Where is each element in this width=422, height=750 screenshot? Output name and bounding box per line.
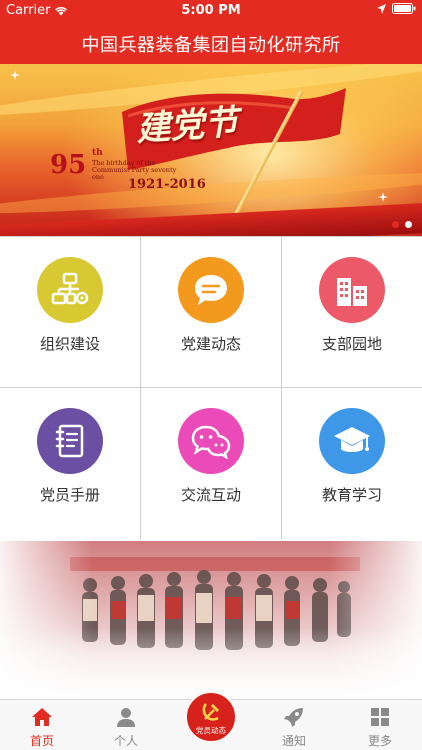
battery-icon <box>392 3 416 14</box>
tab-more[interactable]: 更多 <box>338 700 422 750</box>
page-title: 中国兵器装备集团自动化研究所 <box>81 35 341 56</box>
sparkle-icon <box>10 70 20 80</box>
tab-label: 通知 <box>281 734 306 748</box>
grid-menu-icon <box>371 708 389 726</box>
buildings-icon <box>319 257 385 323</box>
banner-anniversary-number: 95 <box>50 150 87 180</box>
feature-grid: 组织建设 党建动态 支部园地 党员手册 交流互动 教育学习 <box>0 236 422 540</box>
tab-label: 首页 <box>29 734 54 748</box>
grid-item-label: 组织建设 <box>39 335 100 353</box>
location-arrow-icon <box>377 3 386 14</box>
tab-label: 更多 <box>367 734 392 748</box>
center-button-label: 党员动态 <box>196 726 226 735</box>
grid-item-communication[interactable]: 交流互动 <box>141 388 282 539</box>
banner-headline: 建党节 <box>134 102 240 150</box>
tab-notice[interactable]: 通知 <box>252 700 336 750</box>
banner-anniversary-suffix: th <box>92 148 103 158</box>
grid-item-education[interactable]: 教育学习 <box>282 388 422 539</box>
photo-bottom-fade <box>0 541 422 699</box>
tab-personal[interactable]: 个人 <box>84 700 168 750</box>
promo-photo <box>0 541 422 699</box>
rocket-icon <box>284 708 303 727</box>
grid-item-label: 党建动态 <box>180 335 241 353</box>
notebook-icon <box>37 408 103 474</box>
status-time: 5:00 PM <box>181 3 241 18</box>
party-news-center-button[interactable]: 党员动态 <box>185 691 237 743</box>
grid-item-party-news[interactable]: 党建动态 <box>141 237 282 388</box>
carousel-dot[interactable] <box>405 221 412 228</box>
graduation-cap-icon <box>319 408 385 474</box>
org-structure-icon <box>37 257 103 323</box>
grid-item-label: 党员手册 <box>39 486 100 504</box>
status-bar: Carrier 5:00 PM <box>0 0 422 22</box>
app-header: Carrier 5:00 PM 中国兵器装备集团自动化研究所 <box>0 0 422 64</box>
wechat-bubbles-icon <box>178 408 244 474</box>
grid-item-label: 教育学习 <box>321 486 382 504</box>
grid-item-label: 交流互动 <box>180 486 241 504</box>
grid-item-label: 支部园地 <box>321 335 382 353</box>
carousel-dot-active[interactable] <box>392 221 399 228</box>
grid-item-org-building[interactable]: 组织建设 <box>0 237 141 388</box>
status-right <box>377 3 416 14</box>
person-icon <box>117 708 135 727</box>
grid-item-member-handbook[interactable]: 党员手册 <box>0 388 141 539</box>
banner-years: 1921-2016 <box>128 177 206 192</box>
tab-home[interactable]: 首页 <box>0 700 84 750</box>
sparkle-icon <box>378 192 388 202</box>
banner-carousel[interactable]: 建党节 95 th The birthday of the Communist … <box>0 64 422 236</box>
carousel-dots <box>392 221 412 228</box>
tab-label: 个人 <box>113 734 138 748</box>
home-icon <box>32 708 52 726</box>
grid-item-branch-garden[interactable]: 支部园地 <box>282 237 422 388</box>
chat-bubble-icon <box>178 257 244 323</box>
hammer-sickle-icon <box>202 703 219 721</box>
